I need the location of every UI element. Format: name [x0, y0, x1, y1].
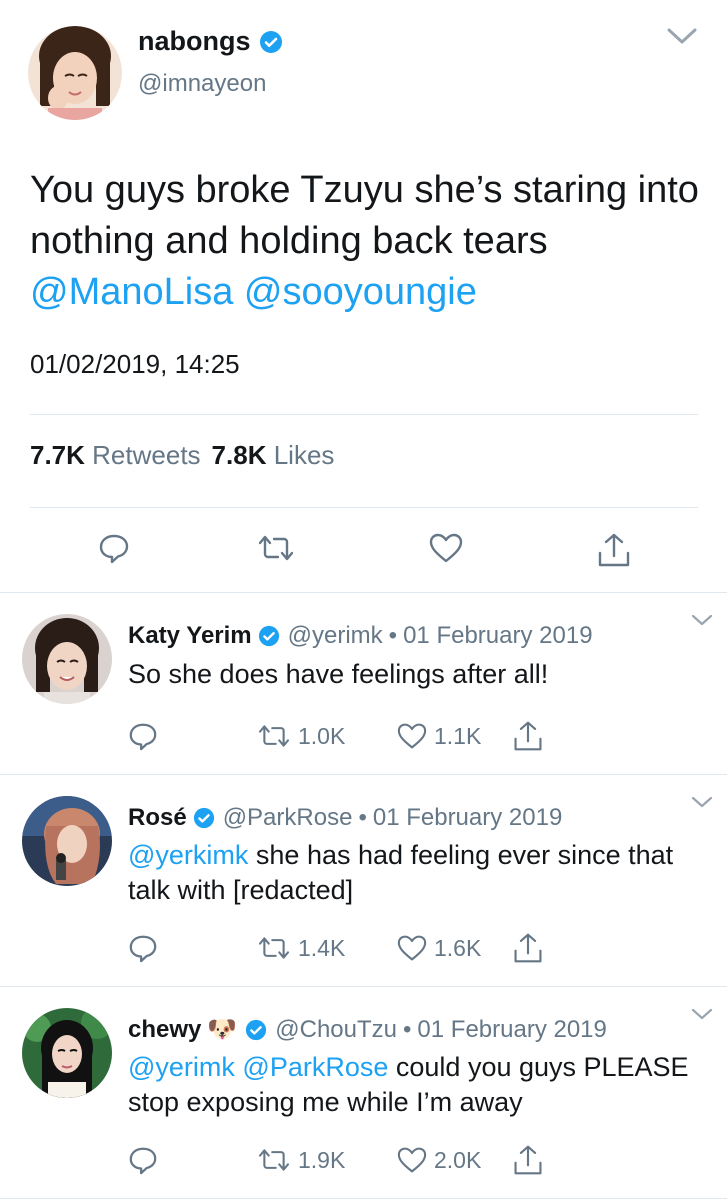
- heart-icon: [396, 722, 428, 750]
- mention-link[interactable]: @ManoLisa: [30, 271, 233, 313]
- share-icon[interactable]: [512, 932, 544, 964]
- reply-header: chewy 🐶 @ChouTzu • 01 February 2019: [128, 1015, 607, 1044]
- divider: [30, 507, 698, 508]
- likes-label: Likes: [273, 440, 335, 470]
- reply-actions: 1.4K 1.6K: [128, 932, 544, 964]
- retweet-count: 1.9K: [298, 1146, 346, 1173]
- reply-avatar[interactable]: [22, 796, 112, 886]
- main-tweet-text: You guys broke Tzuyu she’s staring into …: [30, 165, 710, 318]
- reply-handle[interactable]: @ChouTzu: [275, 1016, 397, 1044]
- like-action[interactable]: 2.0K: [396, 1146, 512, 1174]
- retweets-stat[interactable]: 7.7K Retweets: [30, 440, 201, 471]
- like-action[interactable]: 1.1K: [396, 722, 512, 750]
- verified-badge-icon: [245, 1019, 267, 1041]
- reply-text: @yerimk @ParkRose could you guys PLEASE …: [128, 1050, 708, 1120]
- separator: [0, 986, 727, 987]
- retweet-action[interactable]: 1.9K: [256, 1146, 396, 1174]
- like-count: 1.6K: [434, 934, 482, 961]
- reply-text: So she does have feelings after all!: [128, 659, 549, 689]
- reply-date[interactable]: 01 February 2019: [417, 1016, 606, 1044]
- retweet-count: 1.4K: [298, 934, 346, 961]
- separator: [0, 1198, 727, 1199]
- reply-text: @yerkimk she has had feeling ever since …: [128, 838, 708, 908]
- reply-bubble-icon[interactable]: [128, 933, 256, 963]
- dot-separator: •: [358, 804, 367, 831]
- retweets-count: 7.7K: [30, 440, 85, 470]
- mention-link[interactable]: @yerkimk: [128, 840, 248, 870]
- like-count: 1.1K: [434, 722, 482, 749]
- verified-badge-icon: [258, 625, 280, 647]
- reply-handle[interactable]: @yerimk: [288, 622, 383, 650]
- reply-handle[interactable]: @ParkRose: [223, 804, 353, 832]
- reply-avatar[interactable]: [22, 614, 112, 704]
- mention-link[interactable]: @yerimk: [128, 1052, 235, 1082]
- reply-actions: 1.0K 1.1K: [128, 720, 544, 752]
- reply-header: Katy Yerim @yerimk • 01 February 2019: [128, 622, 593, 650]
- reply-date[interactable]: 01 February 2019: [373, 804, 562, 832]
- mention-link[interactable]: @sooyoungie: [244, 271, 477, 313]
- retweet-icon: [256, 722, 292, 750]
- engagement-stats: 7.7K Retweets 7.8K Likes: [30, 440, 334, 471]
- reply-display-name[interactable]: Katy Yerim: [128, 622, 252, 650]
- dot-separator: •: [388, 622, 398, 649]
- separator: [0, 592, 727, 593]
- mention-link[interactable]: @ParkRose: [242, 1052, 388, 1082]
- heart-icon: [396, 1146, 428, 1174]
- like-count: 2.0K: [434, 1146, 482, 1173]
- reply-date[interactable]: 01 February 2019: [403, 622, 592, 650]
- dog-face-emoji: 🐶: [207, 1016, 238, 1043]
- main-author-name[interactable]: nabongs: [138, 26, 283, 57]
- chevron-down-icon[interactable]: [690, 612, 714, 628]
- verified-badge-icon: [193, 807, 215, 829]
- reply-bubble-icon[interactable]: [128, 1145, 256, 1175]
- separator: [0, 774, 727, 775]
- verified-badge-icon: [259, 30, 283, 54]
- retweet-icon[interactable]: [256, 532, 296, 564]
- chevron-down-icon[interactable]: [690, 794, 714, 810]
- likes-count: 7.8K: [211, 440, 267, 470]
- reply-display-name[interactable]: Rosé: [128, 804, 187, 832]
- retweet-action[interactable]: 1.4K: [256, 934, 396, 962]
- reply-actions: 1.9K 2.0K: [128, 1144, 544, 1176]
- heart-icon: [396, 934, 428, 962]
- reply-bubble-icon[interactable]: [98, 532, 130, 564]
- divider: [30, 414, 698, 415]
- retweet-count: 1.0K: [298, 722, 346, 749]
- heart-icon[interactable]: [428, 532, 464, 564]
- likes-stat[interactable]: 7.8K Likes: [212, 440, 335, 471]
- main-avatar[interactable]: [28, 26, 122, 120]
- main-handle[interactable]: @imnayeon: [138, 70, 266, 98]
- share-icon[interactable]: [512, 1144, 544, 1176]
- main-display-name[interactable]: nabongs: [138, 26, 251, 57]
- share-icon[interactable]: [512, 720, 544, 752]
- like-action[interactable]: 1.6K: [396, 934, 512, 962]
- chevron-down-icon[interactable]: [664, 24, 700, 48]
- share-icon[interactable]: [596, 532, 632, 568]
- tweet-timestamp: 01/02/2019, 14:25: [30, 349, 240, 379]
- retweet-action[interactable]: 1.0K: [256, 722, 396, 750]
- retweet-icon: [256, 934, 292, 962]
- chevron-down-icon[interactable]: [690, 1006, 714, 1022]
- retweets-label: Retweets: [92, 440, 201, 470]
- retweet-icon: [256, 1146, 292, 1174]
- reply-display-name[interactable]: chewy: [128, 1016, 201, 1044]
- main-tweet-body: You guys broke Tzuyu she’s staring into …: [30, 169, 699, 262]
- dot-separator: •: [403, 1015, 412, 1043]
- reply-bubble-icon[interactable]: [128, 721, 256, 751]
- reply-header: Rosé @ParkRose • 01 February 2019: [128, 804, 562, 832]
- reply-avatar[interactable]: [22, 1008, 112, 1098]
